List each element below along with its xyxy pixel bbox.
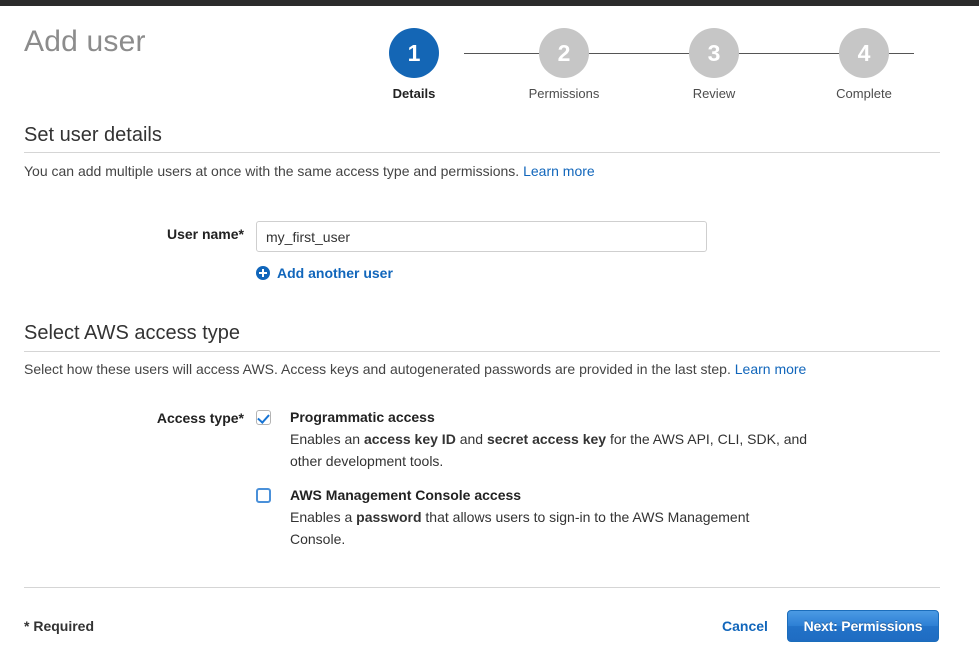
section-title-set-user-details: Set user details: [24, 124, 162, 147]
step-number-1: 1: [389, 28, 439, 78]
step-label-details: Details: [364, 86, 464, 101]
user-name-label: User name*: [96, 226, 244, 242]
section-description-details: You can add multiple users at once with …: [24, 163, 595, 179]
section-description-access-type: Select how these users will access AWS. …: [24, 361, 806, 377]
cancel-button[interactable]: Cancel: [722, 618, 768, 634]
access-option-console: AWS Management Console access Enables a …: [256, 486, 936, 550]
wizard-step-permissions[interactable]: 2 Permissions: [514, 28, 614, 101]
prog-desc-part1: Enables an: [290, 431, 364, 447]
access-type-label: Access type*: [96, 410, 244, 426]
access-option-programmatic: Programmatic access Enables an access ke…: [256, 408, 936, 472]
step-label-permissions: Permissions: [514, 86, 614, 101]
wizard-step-review[interactable]: 3 Review: [664, 28, 764, 101]
learn-more-link-details[interactable]: Learn more: [523, 163, 595, 179]
prog-desc-part2: and: [456, 431, 487, 447]
page-header: Add user 1 Details 2 Permissions 3 Revie…: [0, 6, 979, 116]
learn-more-link-access-type[interactable]: Learn more: [735, 361, 807, 377]
programmatic-access-description: Enables an access key ID and secret acce…: [290, 428, 830, 472]
step-number-2: 2: [539, 28, 589, 78]
access-type-options: Programmatic access Enables an access ke…: [256, 408, 936, 562]
section-title-access-type: Select AWS access type: [24, 322, 240, 345]
wizard-step-indicator: 1 Details 2 Permissions 3 Review 4 Compl…: [389, 28, 914, 116]
add-another-user-button[interactable]: Add another user: [256, 265, 393, 281]
prog-desc-bold1: access key ID: [364, 431, 456, 447]
step-number-3: 3: [689, 28, 739, 78]
console-desc-bold1: password: [356, 509, 421, 525]
user-name-input[interactable]: [256, 221, 707, 252]
section-divider-access-type: [24, 351, 940, 352]
page-title: Add user: [24, 25, 146, 59]
plus-circle-icon: [256, 266, 270, 280]
console-access-description: Enables a password that allows users to …: [290, 506, 760, 550]
add-another-user-label: Add another user: [277, 265, 393, 281]
step-label-complete: Complete: [814, 86, 914, 101]
wizard-step-complete[interactable]: 4 Complete: [814, 28, 914, 101]
step-number-4: 4: [839, 28, 889, 78]
console-desc-part1: Enables a: [290, 509, 356, 525]
step-label-review: Review: [664, 86, 764, 101]
details-description-text: You can add multiple users at once with …: [24, 163, 519, 179]
wizard-step-details[interactable]: 1 Details: [364, 28, 464, 101]
add-user-page: Add user 1 Details 2 Permissions 3 Revie…: [0, 6, 979, 663]
access-type-description-text: Select how these users will access AWS. …: [24, 361, 731, 377]
footer-divider: [24, 587, 940, 588]
next-permissions-button[interactable]: Next: Permissions: [787, 610, 939, 642]
console-access-content: AWS Management Console access Enables a …: [290, 486, 936, 550]
checkbox-console-access[interactable]: [256, 488, 271, 503]
checkbox-programmatic-access[interactable]: [256, 410, 271, 425]
prog-desc-bold2: secret access key: [487, 431, 606, 447]
section-divider-details: [24, 152, 940, 153]
programmatic-access-title: Programmatic access: [290, 408, 936, 427]
console-access-title: AWS Management Console access: [290, 486, 936, 505]
programmatic-access-content: Programmatic access Enables an access ke…: [290, 408, 936, 472]
required-note: * Required: [24, 618, 94, 634]
